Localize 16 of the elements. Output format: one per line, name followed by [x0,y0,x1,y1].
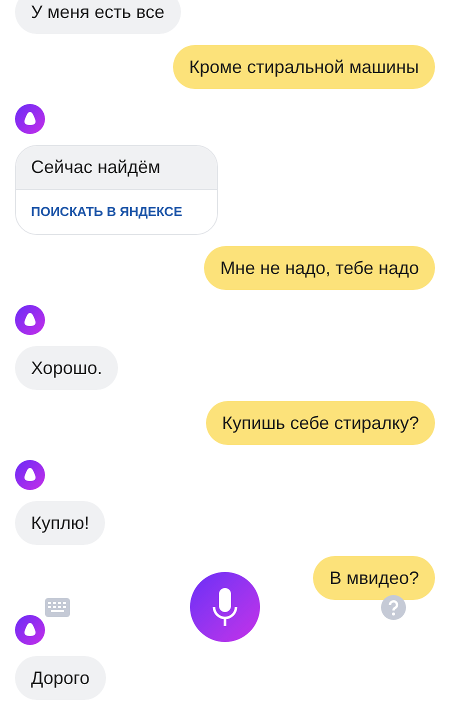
assistant-avatar-icon [15,305,45,335]
user-message: Мне не надо, тебе надо [204,246,435,290]
microphone-icon [212,587,238,627]
assistant-message: У меня есть все [15,0,181,34]
assistant-message: Куплю! [15,501,106,545]
assistant-message: Дорого [15,656,106,700]
user-message: Купишь себе стиралку? [206,401,435,445]
assistant-message: Хорошо. [15,346,118,390]
assistant-avatar-icon [15,615,45,645]
assistant-avatar-icon [15,460,45,490]
help-icon[interactable] [381,595,406,620]
user-message: Кроме стиральной машины [173,45,435,89]
assistant-message: Сейчас найдём [16,146,217,190]
user-message: В мвидео? [313,556,435,600]
keyboard-icon[interactable] [45,598,70,617]
assistant-avatar-icon [15,104,45,134]
